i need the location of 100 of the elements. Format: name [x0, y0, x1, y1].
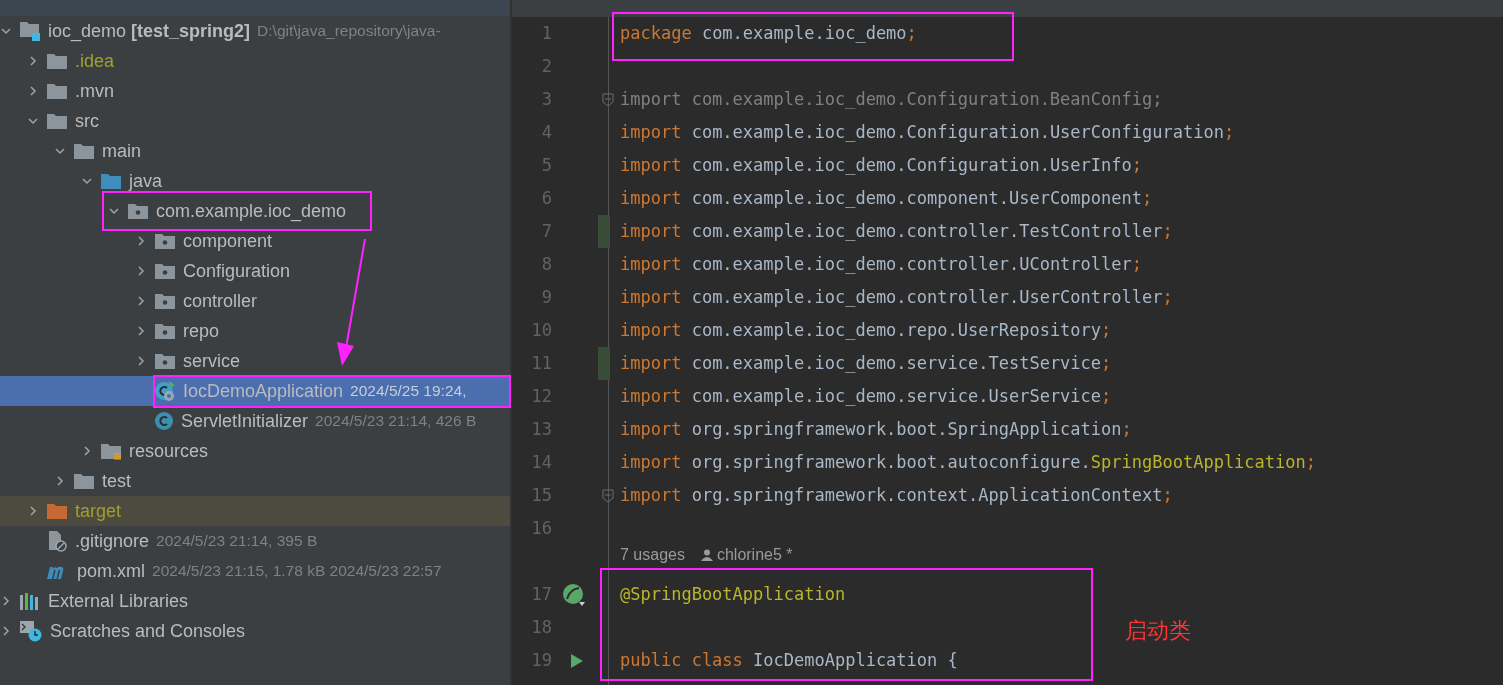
- source-folder-icon: [100, 172, 122, 190]
- chevron-right-icon[interactable]: [27, 505, 39, 517]
- tree-row[interactable]: ioc_demo [test_spring2] D:\git\java_repository\java-: [0, 16, 510, 46]
- tree-item-details: 2024/5/23 21:15, 1.78 kB 2024/5/23 22:57: [152, 561, 442, 582]
- tree-item-label: main: [102, 140, 141, 162]
- line-number: 2: [540, 54, 552, 78]
- package-folder-icon: [154, 292, 176, 310]
- line-number: 1: [540, 21, 552, 45]
- fold-icon[interactable]: [602, 488, 614, 503]
- line-number: 11: [530, 351, 552, 375]
- chevron-down-icon[interactable]: [27, 115, 39, 127]
- change-marker[interactable]: [598, 215, 610, 248]
- line-number: 18: [530, 615, 552, 639]
- chevron-right-icon[interactable]: [27, 85, 39, 97]
- line-number: 6: [540, 186, 552, 210]
- chevron-right-icon[interactable]: [135, 265, 147, 277]
- line-number: 10: [530, 318, 552, 342]
- tree-row[interactable]: .idea: [0, 46, 510, 76]
- author-hint[interactable]: chlorine5 *: [716, 545, 793, 564]
- tree-item-label: Scratches and Consoles: [50, 620, 246, 642]
- folder-icon: [46, 82, 68, 100]
- chevron-down-icon[interactable]: [108, 205, 120, 217]
- tree-item-label: .mvn: [75, 80, 114, 102]
- folder-icon: [46, 502, 68, 520]
- line-number: 17: [530, 582, 552, 606]
- tree-row[interactable]: test: [0, 466, 510, 496]
- line-number: 12: [530, 384, 552, 408]
- tree-row[interactable]: main: [0, 136, 510, 166]
- chevron-right-icon[interactable]: [135, 325, 147, 337]
- fold-icon[interactable]: [602, 92, 614, 107]
- tree-row[interactable]: IocDemoApplication 2024/5/25 19:24,: [0, 376, 510, 406]
- chevron-down-icon[interactable]: [81, 175, 93, 187]
- code-line: import com.example.ioc_demo.repo.UserRepository;: [620, 318, 1112, 342]
- chevron-down-icon[interactable]: [54, 145, 66, 157]
- tree-item-label: java: [129, 170, 163, 192]
- package-folder-icon: [154, 322, 176, 340]
- chevron-down-icon[interactable]: [0, 25, 12, 37]
- tree-item-label: repo: [183, 320, 220, 342]
- chevron-right-icon[interactable]: [135, 295, 147, 307]
- folder-icon: [46, 112, 68, 130]
- code-line: import com.example.ioc_demo.controller.TestController;: [620, 219, 1173, 243]
- package-folder-icon: [154, 232, 176, 250]
- tree-item-label: src: [75, 110, 99, 132]
- tree-row[interactable]: repo: [0, 316, 510, 346]
- code-line: import com.example.ioc_demo.controller.UserController;: [620, 285, 1173, 309]
- chevron-right-icon[interactable]: [135, 355, 147, 367]
- tree-row[interactable]: component: [0, 226, 510, 256]
- tree-item-label: IocDemoApplication: [183, 380, 344, 402]
- tree-row[interactable]: src: [0, 106, 510, 136]
- chevron-right-icon[interactable]: [54, 475, 66, 487]
- tree-row[interactable]: com.example.ioc_demo: [0, 196, 510, 226]
- tree-row[interactable]: External Libraries: [0, 586, 510, 616]
- tree-row[interactable]: Configuration: [0, 256, 510, 286]
- chevron-right-icon[interactable]: [0, 595, 12, 607]
- change-marker[interactable]: [598, 347, 610, 380]
- tree-item-label: Configuration: [183, 260, 291, 282]
- chevron-right-icon[interactable]: [0, 625, 12, 637]
- code-line: public class IocDemoApplication {: [620, 648, 958, 672]
- tree-row[interactable]: resources: [0, 436, 510, 466]
- chevron-right-icon[interactable]: [81, 445, 93, 457]
- tree-row[interactable]: .mvn: [0, 76, 510, 106]
- tree-item-label: pom.xml: [77, 560, 145, 582]
- person-icon: [700, 548, 713, 561]
- line-number: 7: [540, 219, 552, 243]
- tree-item-label: component: [183, 230, 273, 252]
- chevron-right-icon[interactable]: [135, 235, 147, 247]
- tree-row[interactable]: controller: [0, 286, 510, 316]
- line-number: 13: [530, 417, 552, 441]
- tree-item-label: test: [102, 470, 131, 492]
- tree-row[interactable]: target: [0, 496, 510, 526]
- line-number: 19: [530, 648, 552, 672]
- chevron-right-icon[interactable]: [27, 55, 39, 67]
- tree-row[interactable]: ServletInitializer 2024/5/23 21:14, 426 B: [0, 406, 510, 436]
- tree-item-details: 2024/5/25 19:24,: [350, 381, 467, 402]
- runnable-class-icon: [154, 380, 176, 402]
- annotation-label: 启动类: [1125, 617, 1191, 645]
- run-icon[interactable]: [570, 652, 584, 669]
- class-icon: [154, 411, 174, 431]
- tree-row[interactable]: pom.xml 2024/5/23 21:15, 1.78 kB 2024/5/23 22:57: [0, 556, 510, 586]
- code-line: import com.example.ioc_demo.Configuration.BeanConfig;: [620, 87, 1163, 111]
- folder-icon: [46, 52, 68, 70]
- code-line: import org.springframework.boot.SpringApplication;: [620, 417, 1132, 441]
- code-line: import com.example.ioc_demo.Configuration.UserInfo;: [620, 153, 1142, 177]
- tree-item-label: controller: [183, 290, 258, 312]
- tree-row[interactable]: .gitignore 2024/5/23 21:14, 395 B: [0, 526, 510, 556]
- spring-bean-icon[interactable]: [562, 582, 586, 607]
- tree-item-details: 2024/5/23 21:14, 426 B: [315, 411, 477, 432]
- tree-item-label: External Libraries: [48, 590, 189, 612]
- tree-item-details: 2024/5/23 21:14, 395 B: [156, 531, 318, 552]
- tree-row[interactable]: service: [0, 346, 510, 376]
- tree-row[interactable]: Scratches and Consoles: [0, 616, 510, 646]
- usages-hint[interactable]: 7 usages: [620, 545, 685, 564]
- package-folder-icon: [127, 202, 149, 220]
- tree-item-details: D:\git\java_repository\java-: [257, 21, 441, 42]
- line-number: 14: [530, 450, 552, 474]
- tree-item-label: ioc_demo [test_spring2]: [48, 20, 251, 42]
- tree-item-label: .gitignore: [75, 530, 150, 552]
- tree-row[interactable]: java: [0, 166, 510, 196]
- code-line: @SpringBootApplication: [620, 582, 846, 606]
- libraries-icon: [19, 591, 41, 611]
